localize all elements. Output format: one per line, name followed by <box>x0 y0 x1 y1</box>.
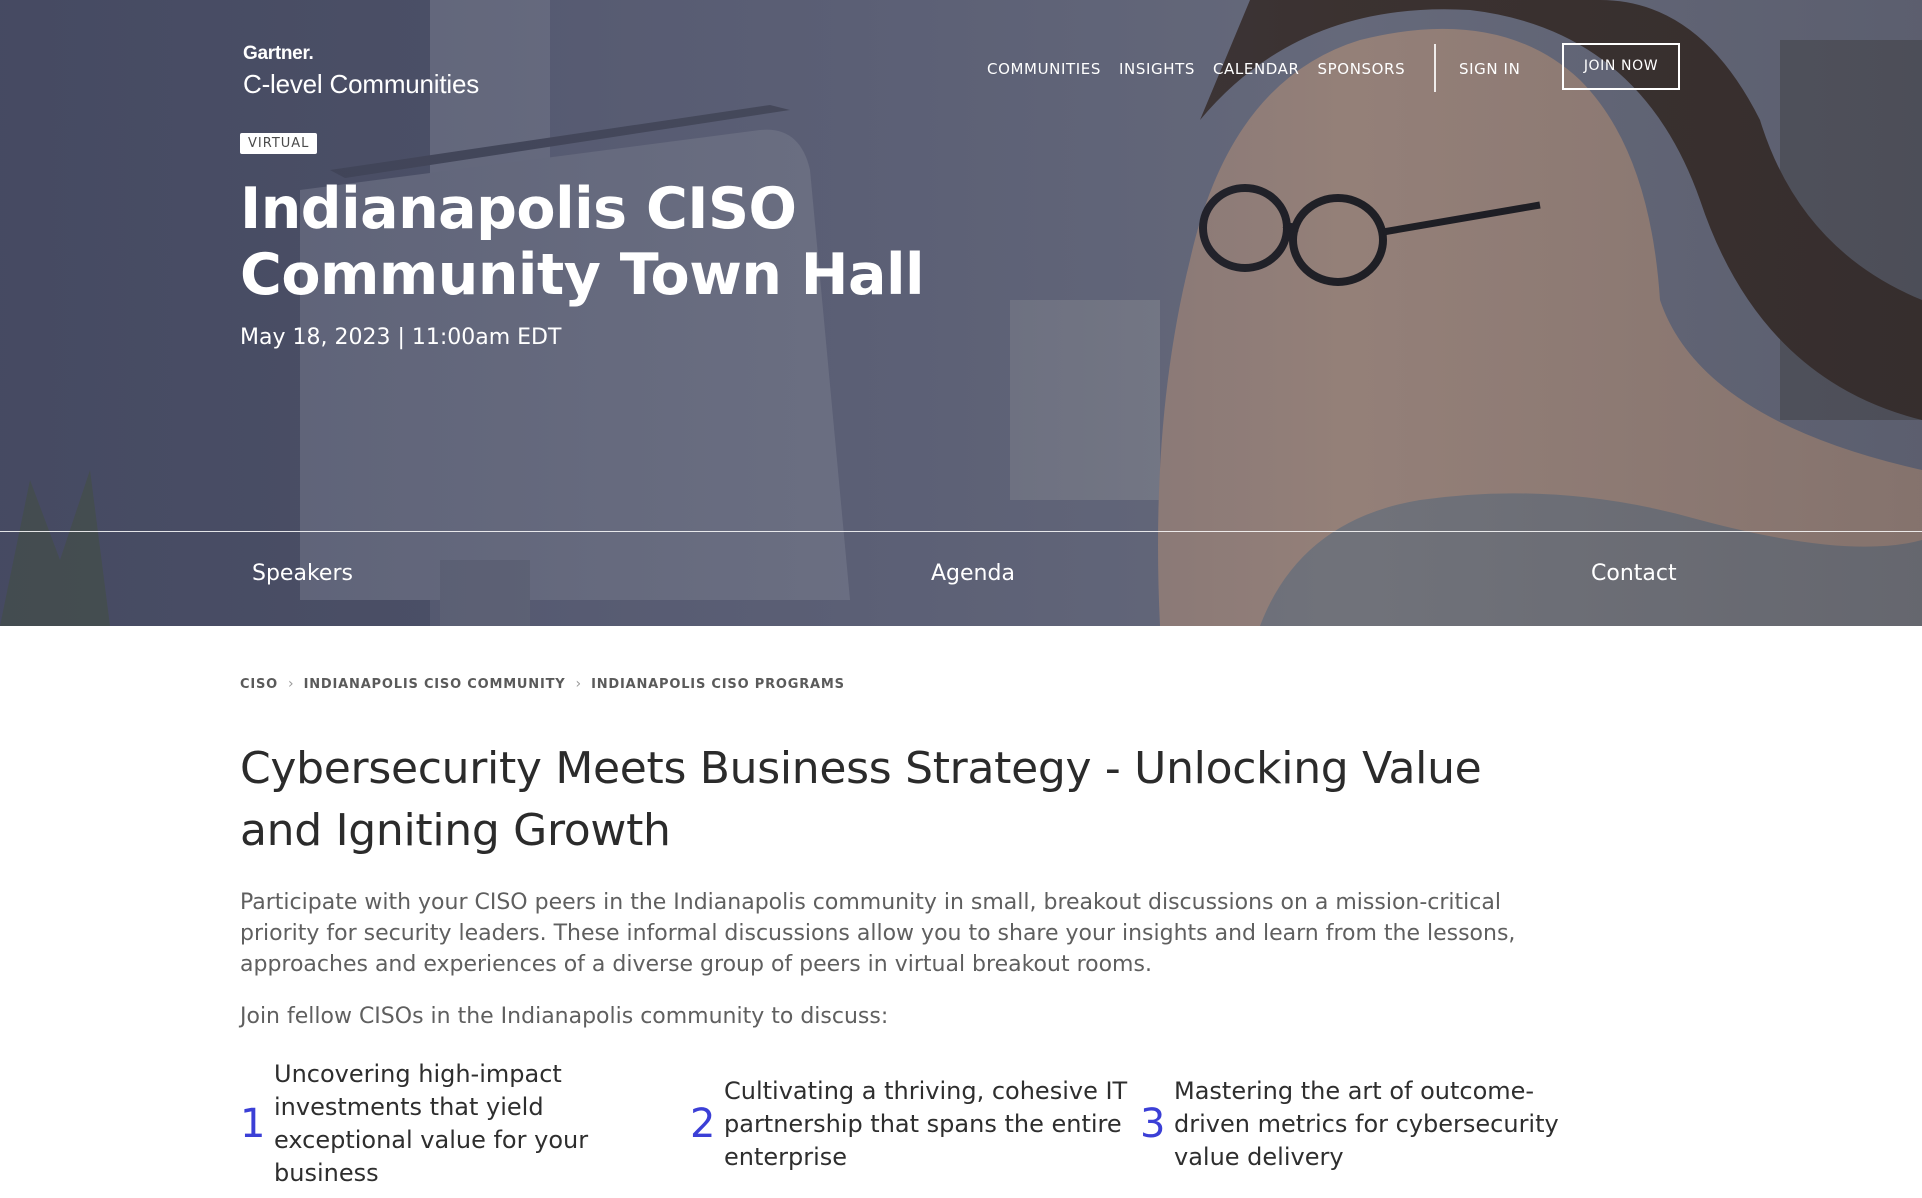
hero-banner: Gartner. C-level Communities COMMUNITIES… <box>0 0 1922 626</box>
subnav-speakers[interactable]: Speakers <box>252 561 353 586</box>
breadcrumb: CISO › INDIANAPOLIS CISO COMMUNITY › IND… <box>240 676 845 692</box>
point-number: 1 <box>240 1101 266 1147</box>
sign-in-link[interactable]: SIGN IN <box>1459 60 1520 78</box>
nav-communities[interactable]: COMMUNITIES <box>987 60 1101 78</box>
nav-sponsors[interactable]: SPONSORS <box>1318 60 1406 78</box>
breadcrumb-ciso[interactable]: CISO <box>240 677 278 692</box>
top-navigation: COMMUNITIES INSIGHTS CALENDAR SPONSORS <box>987 60 1405 78</box>
discussion-lead: Join fellow CISOs in the Indianapolis co… <box>240 1004 889 1029</box>
event-title: Indianapolis CISO Community Town Hall <box>240 176 925 308</box>
nav-insights[interactable]: INSIGHTS <box>1119 60 1195 78</box>
subnav-contact[interactable]: Contact <box>1591 561 1677 586</box>
subnav-agenda[interactable]: Agenda <box>931 561 1015 586</box>
point-text: Mastering the art of outcome-driven metr… <box>1174 1076 1559 1171</box>
chevron-right-icon: › <box>288 676 294 692</box>
point-text: Cultivating a thriving, cohesive IT part… <box>724 1076 1128 1171</box>
breadcrumb-programs[interactable]: INDIANAPOLIS CISO PROGRAMS <box>591 677 845 692</box>
nav-divider <box>1434 44 1436 92</box>
point-text: Uncovering high-impact investments that … <box>274 1060 589 1187</box>
section-title: Cybersecurity Meets Business Strategy - … <box>240 743 1482 856</box>
nav-calendar[interactable]: CALENDAR <box>1213 60 1300 78</box>
discussion-point: 3 Mastering the art of outcome-driven me… <box>1140 1058 1590 1190</box>
intro-paragraph: Participate with your CISO peers in the … <box>240 890 1516 977</box>
discussion-points: 1 Uncovering high-impact investments tha… <box>240 1058 1590 1190</box>
discussion-point: 2 Cultivating a thriving, cohesive IT pa… <box>690 1058 1140 1190</box>
point-number: 3 <box>1140 1101 1166 1147</box>
gartner-logo[interactable]: Gartner. C-level Communities <box>243 43 479 100</box>
discussion-point: 1 Uncovering high-impact investments tha… <box>240 1058 690 1190</box>
logo-brand: Gartner. <box>243 43 314 64</box>
join-now-button[interactable]: JOIN NOW <box>1562 43 1680 90</box>
chevron-right-icon: › <box>575 676 582 692</box>
breadcrumb-community[interactable]: INDIANAPOLIS CISO COMMUNITY <box>304 677 566 692</box>
hero-divider <box>0 531 1922 532</box>
point-number: 2 <box>690 1101 716 1147</box>
logo-product: C-level Communities <box>243 69 480 99</box>
event-type-badge: VIRTUAL <box>240 133 318 154</box>
event-date: May 18, 2023 | 11:00am EDT <box>240 325 562 350</box>
